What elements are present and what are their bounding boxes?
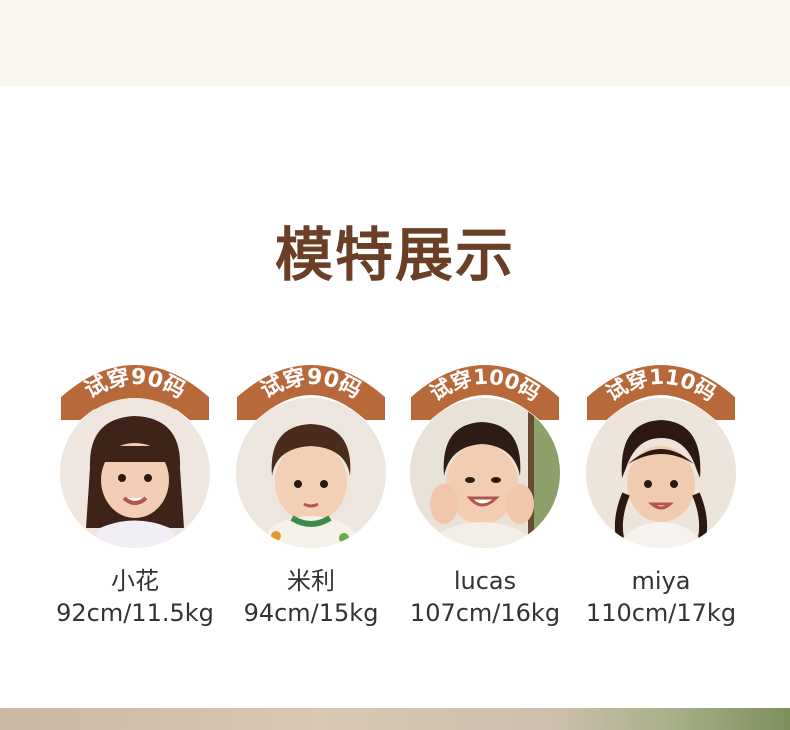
section-title: 模特展示 <box>274 221 515 289</box>
model-card-xiaohua: 试穿90码 小花 92cm/11.5kg <box>40 360 230 640</box>
model-photo <box>236 398 386 548</box>
model-card-lucas: 试穿100码 lucas 107cm/16kg <box>390 360 580 640</box>
model-card-miya: 试穿110码 miya 110cm/17kg <box>566 360 756 640</box>
model-name: 米利 <box>287 567 335 595</box>
model-photo <box>586 398 736 548</box>
model-photo <box>60 398 210 548</box>
model-name: lucas <box>453 567 517 595</box>
model-name: miya <box>631 567 691 595</box>
top-banner-strip <box>0 0 790 86</box>
model-name: 小花 <box>111 567 159 595</box>
model-photo <box>410 398 560 548</box>
model-height-weight: 110cm/17kg <box>585 599 737 627</box>
bottom-photo-strip <box>0 708 790 730</box>
model-card-mili: 试穿90码 米利 94cm/15kg <box>216 360 406 640</box>
